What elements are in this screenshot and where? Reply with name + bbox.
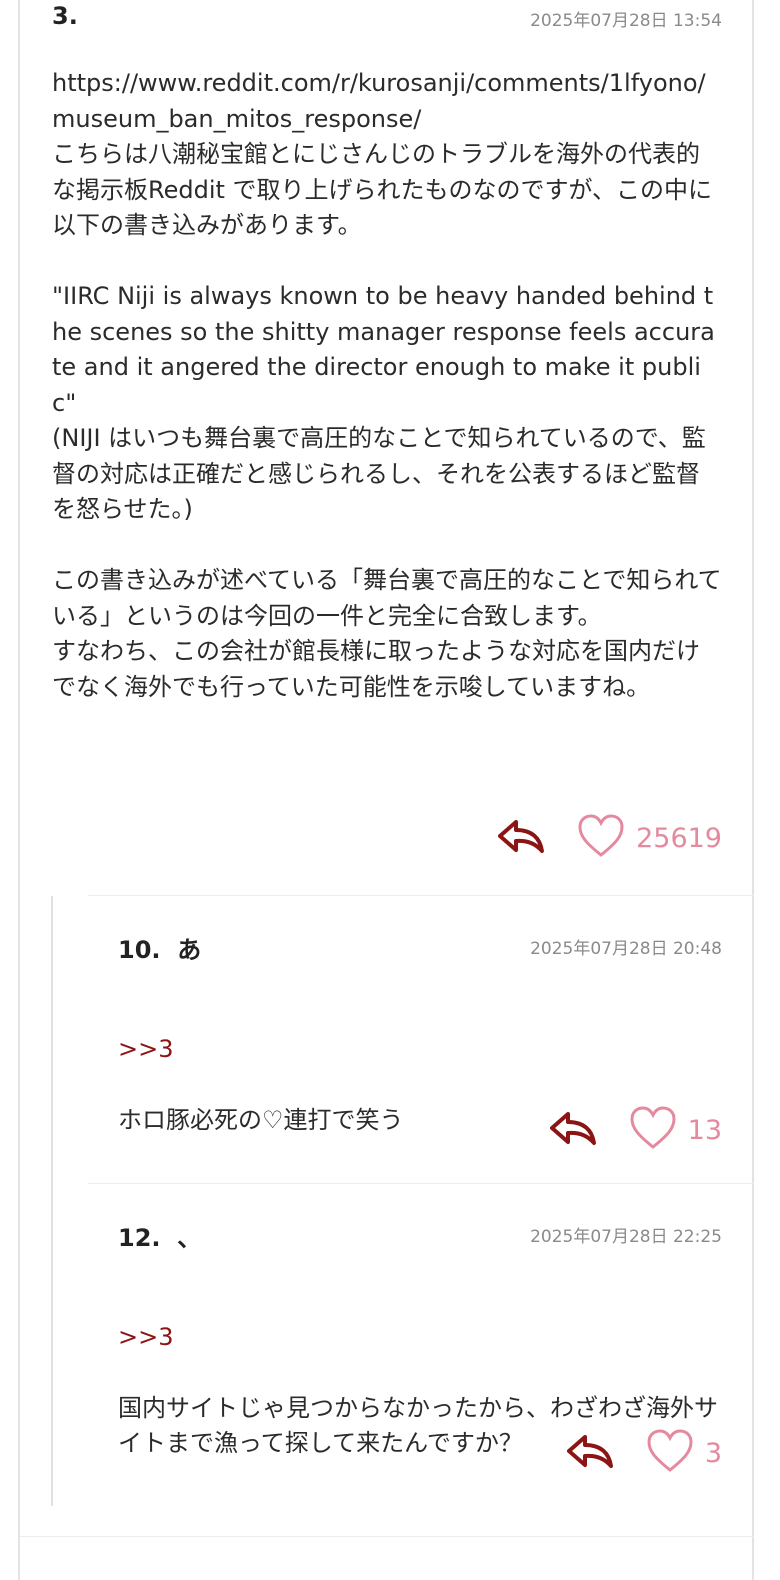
reply-arrow-icon[interactable] <box>565 1431 617 1475</box>
comment-10: 10. あ 2025年07月28日 20:48 >>3 ホロ豚必死の♡連打で笑う… <box>118 930 722 1170</box>
comment-date: 2025年07月28日 13:54 <box>530 11 722 31</box>
divider <box>88 1183 754 1184</box>
comment-actions: 25619 <box>496 814 722 862</box>
reply-arrow-icon[interactable] <box>548 1108 600 1152</box>
comment-text: ホロ豚必死の♡連打で笑う <box>118 1105 404 1134</box>
comment-date: 2025年07月28日 20:48 <box>530 939 722 959</box>
comment-number: 12. 、 <box>118 1224 202 1252</box>
comment-number: 10. あ <box>118 936 202 964</box>
heart-icon[interactable] <box>630 1106 676 1154</box>
like-count: 3 <box>704 1437 722 1469</box>
like-count: 13 <box>687 1114 722 1146</box>
comment-author: 、 <box>177 1224 202 1252</box>
comment-date: 2025年07月28日 22:25 <box>530 1227 722 1247</box>
comment-author: あ <box>177 936 202 964</box>
reply-anchor-link[interactable]: >>3 <box>118 1320 722 1356</box>
reply-arrow-icon[interactable] <box>496 816 548 860</box>
reply-thread-line <box>51 896 53 1506</box>
comment-number: 3. <box>52 2 78 30</box>
reply-anchor-link[interactable]: >>3 <box>118 1032 722 1068</box>
comment-12: 12. 、 2025年07月28日 22:25 >>3 国内サイトじゃ見つからな… <box>118 1218 722 1498</box>
heart-icon[interactable] <box>647 1429 693 1477</box>
comment-body: https://www.reddit.com/r/kurosanji/comme… <box>52 69 722 701</box>
comment-actions: 3 <box>565 1429 722 1477</box>
like-count: 25619 <box>636 822 722 854</box>
divider <box>20 1536 754 1537</box>
heart-icon[interactable] <box>578 814 624 862</box>
comment-3: 3. 2025年07月28日 13:54 https://www.reddit.… <box>52 2 722 882</box>
comment-actions: 13 <box>548 1106 722 1154</box>
divider <box>88 895 754 896</box>
